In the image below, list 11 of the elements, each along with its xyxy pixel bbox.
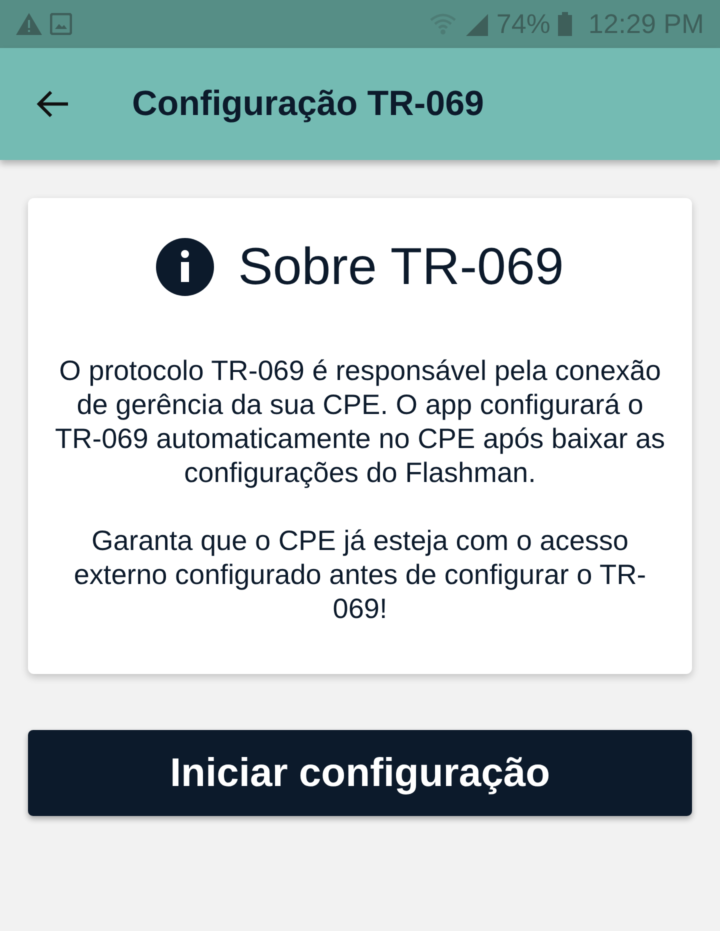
description-text: Garanta que o CPE já esteja com o acesso externo configurado antes de configurar o TR-069! <box>72 524 648 626</box>
description-text: O protocolo TR-069 é responsável pela conexão de gerência da sua CPE. O app configurará o TR-069 automaticamente no CPE após baixar as configurações do Flashman. <box>54 354 666 490</box>
warning-icon <box>16 13 42 35</box>
start-configuration-button[interactable]: Iniciar configuração <box>28 730 692 816</box>
screen-title: Configuração TR-069 <box>132 82 484 125</box>
back-arrow-icon[interactable] <box>36 90 70 118</box>
info-icon <box>156 238 214 296</box>
battery-icon <box>558 12 572 36</box>
signal-icon <box>464 12 488 36</box>
card-title: Sobre TR-069 <box>238 237 564 298</box>
image-icon <box>50 13 72 35</box>
